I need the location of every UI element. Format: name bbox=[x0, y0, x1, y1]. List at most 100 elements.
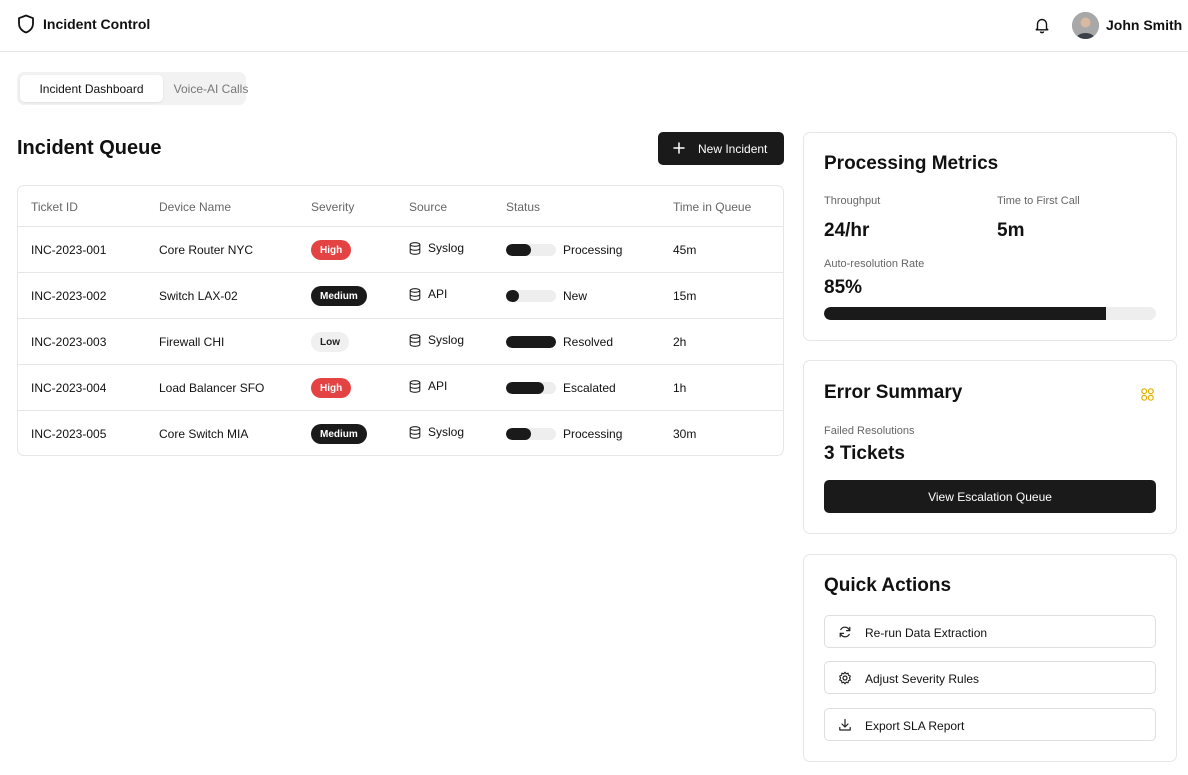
new-incident-button[interactable]: New Incident bbox=[658, 132, 784, 165]
table-row[interactable]: INC-2023-002 Switch LAX-02 Medium API Ne… bbox=[18, 272, 783, 318]
time-in-queue: 30m bbox=[673, 427, 697, 441]
app-title: Incident Control bbox=[43, 16, 151, 32]
source: Syslog bbox=[409, 333, 464, 347]
adjust-severity-rules-button[interactable]: Adjust Severity Rules bbox=[824, 661, 1156, 694]
first-call-label: Time to First Call bbox=[997, 195, 1080, 207]
status-progress-fill bbox=[506, 382, 544, 394]
view-tabs: Incident Dashboard Voice-AI Calls bbox=[17, 72, 248, 105]
rerun-data-extraction-button[interactable]: Re-run Data Extraction bbox=[824, 615, 1156, 648]
card-title: Processing Metrics bbox=[824, 153, 999, 174]
source-label: API bbox=[428, 379, 448, 393]
source-label: Syslog bbox=[428, 241, 465, 255]
ticket-id: INC-2023-001 bbox=[31, 243, 107, 257]
status-progress-fill bbox=[506, 336, 556, 348]
grid-icon[interactable] bbox=[1141, 388, 1154, 401]
auto-resolution-value: 85% bbox=[824, 277, 863, 298]
source: API bbox=[409, 379, 447, 393]
tab-incident-dashboard[interactable]: Incident Dashboard bbox=[20, 75, 163, 102]
status-progress-fill bbox=[506, 428, 531, 440]
auto-resolution-progress bbox=[824, 307, 1156, 320]
table-row[interactable]: INC-2023-005 Core Switch MIA Medium Sysl… bbox=[18, 410, 783, 456]
source-label: Syslog bbox=[428, 425, 465, 439]
database-icon bbox=[409, 287, 421, 301]
status-progress bbox=[506, 382, 556, 394]
auto-resolution-label: Auto-resolution Rate bbox=[824, 258, 925, 270]
new-incident-label: New Incident bbox=[698, 142, 768, 156]
bell-icon[interactable] bbox=[1033, 16, 1051, 34]
status-progress bbox=[506, 428, 556, 440]
status-text: Processing bbox=[563, 427, 623, 441]
ticket-id: INC-2023-005 bbox=[31, 427, 107, 441]
card-title: Quick Actions bbox=[824, 575, 952, 596]
source: Syslog bbox=[409, 425, 464, 439]
status-progress-fill bbox=[506, 290, 519, 302]
device-name: Core Switch MIA bbox=[159, 427, 249, 441]
time-in-queue: 15m bbox=[673, 289, 697, 303]
database-icon bbox=[409, 333, 421, 347]
source: API bbox=[409, 287, 447, 301]
severity-badge: High bbox=[311, 240, 352, 260]
first-call-value: 5m bbox=[997, 220, 1025, 241]
incident-table: Ticket ID Device Name Severity Source St… bbox=[17, 185, 784, 456]
failed-resolutions-value: 3 Tickets bbox=[824, 443, 905, 464]
time-in-queue: 45m bbox=[673, 243, 697, 257]
ticket-id: INC-2023-004 bbox=[31, 381, 107, 395]
device-name: Switch LAX-02 bbox=[159, 289, 238, 303]
tab-voice-ai-calls[interactable]: Voice-AI Calls bbox=[163, 75, 259, 102]
database-icon bbox=[409, 425, 421, 439]
view-escalation-queue-button[interactable]: View Escalation Queue bbox=[824, 480, 1156, 513]
column-header-severity[interactable]: Severity bbox=[311, 200, 354, 214]
gear-icon bbox=[839, 671, 851, 685]
action-label: Adjust Severity Rules bbox=[865, 672, 980, 686]
severity-badge: Low bbox=[311, 332, 349, 352]
device-name: Load Balancer SFO bbox=[159, 381, 265, 395]
database-icon bbox=[409, 379, 421, 393]
card-title: Error Summary bbox=[824, 382, 963, 403]
time-in-queue: 2h bbox=[673, 335, 687, 349]
column-header-ticket-id[interactable]: Ticket ID bbox=[31, 200, 78, 214]
plus-icon bbox=[673, 142, 685, 154]
severity-badge: Medium bbox=[311, 424, 367, 444]
column-header-device-name[interactable]: Device Name bbox=[159, 200, 231, 214]
time-in-queue: 1h bbox=[673, 381, 687, 395]
auto-resolution-progress-fill bbox=[824, 307, 1107, 320]
quick-actions-card: Quick Actions Re-run Data Extraction Adj… bbox=[803, 554, 1177, 762]
top-bar: Incident Control John Smith bbox=[0, 0, 1188, 52]
source-label: API bbox=[428, 287, 448, 301]
page-title: Incident Queue bbox=[17, 137, 162, 159]
status-text: Processing bbox=[563, 243, 623, 257]
severity-badge: Medium bbox=[311, 286, 367, 306]
table-row[interactable]: INC-2023-004 Load Balancer SFO High API … bbox=[18, 364, 783, 410]
device-name: Core Router NYC bbox=[159, 243, 254, 257]
table-row[interactable]: INC-2023-001 Core Router NYC High Syslog… bbox=[18, 226, 783, 272]
error-summary-card: Error Summary Failed Resolutions 3 Ticke… bbox=[803, 360, 1177, 534]
throughput-label: Throughput bbox=[824, 195, 881, 207]
status-progress-fill bbox=[506, 244, 531, 256]
shield-icon bbox=[18, 14, 34, 34]
status-progress bbox=[506, 336, 556, 348]
brand[interactable]: Incident Control bbox=[17, 14, 150, 34]
avatar[interactable] bbox=[1072, 12, 1099, 39]
device-name: Firewall CHI bbox=[159, 335, 225, 349]
status-progress bbox=[506, 290, 556, 302]
export-sla-report-button[interactable]: Export SLA Report bbox=[824, 708, 1156, 741]
status-progress bbox=[506, 244, 556, 256]
failed-resolutions-label: Failed Resolutions bbox=[824, 425, 915, 437]
status-text: Resolved bbox=[563, 335, 614, 349]
action-label: Re-run Data Extraction bbox=[865, 626, 988, 640]
table-row[interactable]: INC-2023-003 Firewall CHI Low Syslog Res… bbox=[18, 318, 783, 364]
processing-metrics-card: Processing Metrics Throughput 24/hr Time… bbox=[803, 132, 1177, 341]
status-text: Escalated bbox=[563, 381, 616, 395]
column-header-source[interactable]: Source bbox=[409, 200, 447, 214]
refresh-icon bbox=[839, 626, 851, 638]
database-icon bbox=[409, 241, 421, 255]
column-header-status[interactable]: Status bbox=[506, 200, 540, 214]
user-name[interactable]: John Smith bbox=[1106, 17, 1182, 33]
severity-badge: High bbox=[311, 378, 352, 398]
source-label: Syslog bbox=[428, 333, 465, 347]
column-header-time-in-queue[interactable]: Time in Queue bbox=[673, 200, 751, 214]
throughput-value: 24/hr bbox=[824, 220, 870, 241]
download-icon bbox=[839, 718, 851, 731]
action-label: Export SLA Report bbox=[865, 719, 965, 733]
ticket-id: INC-2023-002 bbox=[31, 289, 107, 303]
